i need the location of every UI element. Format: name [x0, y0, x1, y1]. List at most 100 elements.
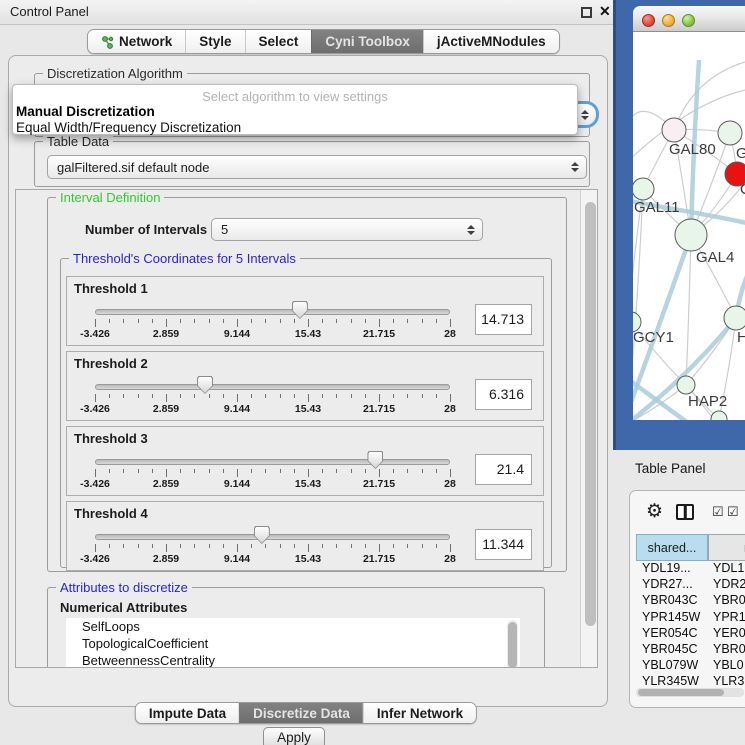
- tick-mark: [166, 544, 167, 552]
- threshold-value-field[interactable]: 14.713: [475, 304, 532, 335]
- tick-mark: [123, 319, 124, 323]
- tab-select[interactable]: Select: [245, 30, 312, 53]
- threshold-slider-track[interactable]: [95, 309, 450, 315]
- checkbox-icon[interactable]: ☑: [727, 504, 739, 520]
- tab-impute-data[interactable]: Impute Data: [136, 703, 239, 723]
- threshold-slider-thumb[interactable]: [197, 376, 213, 394]
- network-node[interactable]: [662, 118, 686, 142]
- threshold-value-field[interactable]: 6.316: [475, 379, 532, 410]
- algorithm-dropdown-hint: Select algorithm to view settings: [13, 89, 577, 104]
- network-node[interactable]: [718, 121, 742, 145]
- apply-button[interactable]: Apply: [263, 727, 325, 745]
- settings-vertical-scrollbar[interactable]: [580, 190, 598, 668]
- tab-jactivemnodules[interactable]: jActiveMNodules: [423, 30, 559, 53]
- zoom-traffic-light-icon[interactable]: [682, 14, 695, 27]
- split-view-icon[interactable]: [676, 504, 694, 520]
- minimize-traffic-light-icon[interactable]: [662, 14, 675, 27]
- tick-mark: [209, 319, 210, 323]
- network-node[interactable]: [677, 376, 695, 394]
- tick-mark: [251, 544, 252, 548]
- tick-mark: [280, 469, 281, 473]
- tab-network[interactable]: Network: [88, 30, 185, 53]
- tick-mark: [365, 544, 366, 548]
- tab-label: Infer Network: [377, 706, 463, 721]
- threshold-value-field[interactable]: 21.4: [475, 454, 532, 485]
- scrollbar-thumb[interactable]: [638, 689, 724, 696]
- table-row[interactable]: YBR043CYBR0: [636, 593, 745, 609]
- tick-label: 21.715: [363, 328, 395, 340]
- tick-mark: [95, 394, 96, 402]
- tick-mark: [209, 469, 210, 473]
- attribute-list-item[interactable]: TopologicalCoefficient: [66, 635, 520, 652]
- attribute-list-item[interactable]: BetweennessCentrality: [66, 652, 520, 668]
- table-row[interactable]: YDR27...YDR2: [636, 577, 745, 593]
- network-canvas[interactable]: GAL80GCGAL11GAL4GCY1HHAP2: [633, 32, 745, 420]
- network-edge[interactable]: [633, 419, 719, 420]
- network-node[interactable]: [633, 178, 654, 200]
- checkbox-icon[interactable]: ☑: [712, 504, 724, 520]
- float-panel-icon[interactable]: [581, 7, 592, 18]
- tab-label: Impute Data: [149, 706, 226, 721]
- tick-mark: [166, 319, 167, 327]
- close-traffic-light-icon[interactable]: [642, 14, 655, 27]
- column-header-name[interactable]: na: [708, 534, 745, 561]
- table-row[interactable]: YBL079WYBL0: [636, 658, 745, 674]
- tick-label: 15.43: [295, 403, 321, 415]
- network-window-titlebar[interactable]: [633, 6, 745, 32]
- threshold-slider-thumb[interactable]: [367, 451, 383, 469]
- tick-mark: [109, 544, 110, 548]
- cell-shared-name: YBL079W: [642, 658, 698, 672]
- close-panel-icon[interactable]: ✕: [599, 3, 611, 20]
- column-header-shared-name[interactable]: shared...: [636, 534, 708, 561]
- tick-mark: [180, 394, 181, 398]
- tick-label: 21.715: [363, 403, 395, 415]
- scrollbar-thumb[interactable]: [508, 622, 517, 668]
- table-row[interactable]: YDL19...YDL1: [636, 561, 745, 577]
- bottom-tab-bar: Impute Data Discretize Data Infer Network: [135, 702, 477, 724]
- threshold-slider-track[interactable]: [95, 384, 450, 390]
- table-row[interactable]: YPR145WYPR1: [636, 610, 745, 626]
- network-node[interactable]: [724, 306, 745, 330]
- network-node[interactable]: [711, 411, 727, 420]
- network-edge[interactable]: [686, 235, 691, 385]
- tick-mark: [138, 544, 139, 548]
- tick-mark: [265, 544, 266, 548]
- tick-mark: [308, 394, 309, 402]
- gear-icon[interactable]: ⚙: [646, 500, 663, 523]
- cell-shared-name: YDR27...: [642, 577, 693, 591]
- network-node-label: H: [737, 329, 745, 346]
- cell-name: YPR1: [713, 610, 745, 624]
- threshold-slider-thumb[interactable]: [292, 301, 308, 319]
- tick-mark: [123, 469, 124, 473]
- scrollbar-thumb[interactable]: [585, 202, 596, 626]
- tick-mark: [351, 544, 352, 548]
- attribute-list-item[interactable]: SelfLoops: [66, 618, 520, 635]
- network-edge[interactable]: [674, 62, 745, 130]
- table-row[interactable]: YER054CYER0: [636, 626, 745, 642]
- network-node[interactable]: [675, 219, 707, 251]
- tab-style[interactable]: Style: [185, 30, 244, 53]
- threshold-slider-track[interactable]: [95, 459, 450, 465]
- tick-mark: [251, 469, 252, 473]
- list-scrollbar[interactable]: [507, 620, 518, 668]
- number-of-intervals-combobox[interactable]: 5: [211, 218, 483, 241]
- table-horizontal-scrollbar[interactable]: [636, 688, 744, 697]
- table-data-combobox[interactable]: galFiltered.sif default node: [47, 155, 587, 179]
- tab-discretize-data[interactable]: Discretize Data: [239, 703, 363, 723]
- numerical-attributes-list[interactable]: SelfLoopsTopologicalCoefficientBetweenne…: [66, 618, 520, 668]
- slider-ticks: [95, 544, 451, 553]
- threshold-slider-track[interactable]: [95, 534, 450, 540]
- tick-mark: [152, 544, 153, 548]
- threshold-value-field[interactable]: 11.344: [475, 529, 532, 560]
- tab-infer-network[interactable]: Infer Network: [363, 703, 476, 723]
- node-table[interactable]: YDL19...YDL1YDR27...YDR2YBR043CYBR0YPR14…: [636, 561, 745, 693]
- algorithm-option-equal-width[interactable]: Equal Width/Frequency Discretization: [16, 120, 241, 135]
- tab-cyni-toolbox[interactable]: Cyni Toolbox: [311, 30, 423, 53]
- threshold-slider-thumb[interactable]: [254, 526, 270, 544]
- tick-mark: [407, 319, 408, 323]
- table-row[interactable]: YBR045CYBR0: [636, 642, 745, 658]
- threshold-label: Threshold 4: [74, 506, 148, 521]
- tick-mark: [422, 469, 423, 473]
- tick-mark: [265, 469, 266, 473]
- algorithm-option-manual[interactable]: Manual Discretization: [16, 104, 155, 119]
